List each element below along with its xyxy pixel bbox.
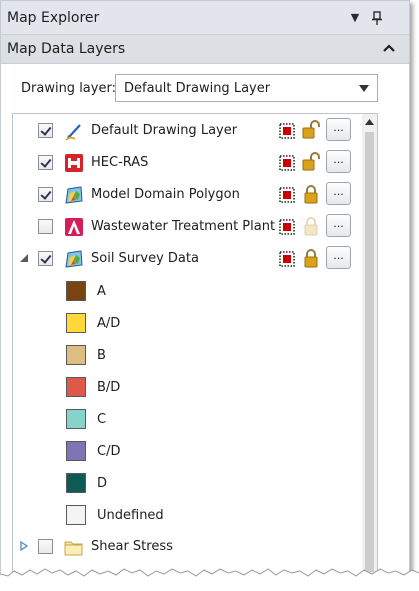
torn-edge-decoration bbox=[0, 568, 419, 591]
layer-row-default-drawing-layer[interactable]: Default Drawing Layer ... bbox=[13, 115, 363, 147]
legend-item-a: A bbox=[13, 275, 363, 307]
dropdown-arrow-icon[interactable]: ▼ bbox=[347, 10, 363, 26]
layer-style-icon[interactable] bbox=[279, 187, 295, 203]
legend-label: C bbox=[97, 412, 107, 427]
layer-visibility-checkbox[interactable] bbox=[38, 539, 53, 554]
drawing-layer-row: Drawing layer: Default Drawing Layer bbox=[1, 71, 409, 105]
drawing-layer-value: Default Drawing Layer bbox=[124, 81, 271, 96]
section-title: Map Data Layers bbox=[7, 41, 126, 57]
unlocked-icon[interactable] bbox=[302, 120, 320, 140]
pin-icon[interactable] bbox=[369, 10, 385, 26]
pencil-icon bbox=[65, 124, 81, 141]
legend-item-d: D bbox=[13, 467, 363, 499]
layer-options-button[interactable]: ... bbox=[326, 214, 351, 237]
legend-swatch bbox=[66, 409, 86, 429]
legend-label: D bbox=[97, 476, 108, 491]
layer-options-button[interactable]: ... bbox=[326, 118, 351, 141]
legend-item-undefined: Undefined bbox=[13, 499, 363, 531]
legend-item-b-d: B/D bbox=[13, 371, 363, 403]
folder-icon bbox=[64, 541, 83, 556]
lock-icon[interactable] bbox=[302, 248, 320, 268]
polygon-map-icon bbox=[65, 250, 83, 268]
layer-options-button[interactable]: ... bbox=[326, 150, 351, 173]
legend-item-a-d: A/D bbox=[13, 307, 363, 339]
title-bar: Map Explorer ▼ bbox=[1, 1, 409, 35]
layer-options-button[interactable]: ... bbox=[326, 246, 351, 269]
collapsed-triangle-icon[interactable] bbox=[19, 541, 29, 551]
layer-style-icon[interactable] bbox=[279, 251, 295, 267]
legend-label: A bbox=[97, 284, 106, 299]
legend-item-c: C bbox=[13, 403, 363, 435]
layer-options-button[interactable]: ... bbox=[326, 182, 351, 205]
chevron-down-icon bbox=[359, 85, 369, 92]
legend-item-b: B bbox=[13, 339, 363, 371]
layer-label: Model Domain Polygon bbox=[91, 187, 240, 202]
legend-swatch bbox=[66, 281, 86, 301]
layer-row-shear-stress[interactable]: Shear Stress bbox=[13, 531, 363, 563]
layer-visibility-checkbox[interactable] bbox=[38, 187, 53, 202]
polygon-map-icon bbox=[65, 186, 83, 204]
layer-row-soil-survey-data[interactable]: Soil Survey Data ... bbox=[13, 243, 363, 275]
chevron-up-icon[interactable] bbox=[381, 40, 397, 56]
point-layer-icon bbox=[65, 218, 83, 236]
hec-ras-icon bbox=[65, 154, 83, 172]
map-explorer-panel: Map Explorer ▼ Map Data Layers Drawing l… bbox=[0, 0, 410, 591]
unlocked-icon[interactable] bbox=[302, 152, 320, 172]
scroll-up-arrow-icon[interactable] bbox=[365, 119, 374, 125]
layer-label: Soil Survey Data bbox=[91, 251, 199, 266]
layer-tree[interactable]: Default Drawing Layer ... HEC-RAS ... Mo… bbox=[12, 113, 378, 591]
legend-label: B bbox=[97, 348, 106, 363]
layer-label: HEC-RAS bbox=[91, 155, 149, 170]
layer-row-hec-ras[interactable]: HEC-RAS ... bbox=[13, 147, 363, 179]
map-data-layers-header[interactable]: Map Data Layers bbox=[1, 35, 409, 64]
legend-label: Undefined bbox=[97, 508, 164, 523]
vertical-scrollbar[interactable] bbox=[362, 114, 377, 590]
legend-swatch bbox=[66, 441, 86, 461]
layer-label: Shear Stress bbox=[91, 539, 173, 554]
legend-swatch bbox=[66, 345, 86, 365]
layer-label: Default Drawing Layer bbox=[91, 123, 238, 138]
drawing-layer-select[interactable]: Default Drawing Layer bbox=[115, 74, 378, 102]
legend-label: C/D bbox=[97, 444, 121, 459]
legend-label: B/D bbox=[97, 380, 121, 395]
layer-visibility-checkbox[interactable] bbox=[38, 123, 53, 138]
layer-style-icon[interactable] bbox=[279, 219, 295, 235]
legend-label: A/D bbox=[97, 316, 121, 331]
legend-swatch bbox=[66, 377, 86, 397]
layer-row-wastewater-treatment-plant[interactable]: Wastewater Treatment Plant ... bbox=[13, 211, 363, 243]
lock-icon[interactable] bbox=[302, 184, 320, 204]
layer-visibility-checkbox[interactable] bbox=[38, 251, 53, 266]
layer-style-icon[interactable] bbox=[279, 155, 295, 171]
layer-row-model-domain-polygon[interactable]: Model Domain Polygon ... bbox=[13, 179, 363, 211]
legend-swatch bbox=[66, 313, 86, 333]
expanded-triangle-icon[interactable] bbox=[19, 253, 29, 263]
legend-swatch bbox=[66, 473, 86, 493]
layer-label: Wastewater Treatment Plant bbox=[91, 219, 276, 234]
lock-disabled-icon[interactable] bbox=[302, 216, 320, 236]
legend-swatch bbox=[66, 505, 86, 525]
layer-visibility-checkbox[interactable] bbox=[38, 219, 53, 234]
panel-title: Map Explorer bbox=[7, 10, 100, 26]
legend-item-c-d: C/D bbox=[13, 435, 363, 467]
layer-visibility-checkbox[interactable] bbox=[38, 155, 53, 170]
layer-style-icon[interactable] bbox=[279, 123, 295, 139]
scrollbar-thumb[interactable] bbox=[365, 132, 374, 572]
drawing-layer-label: Drawing layer: bbox=[21, 81, 116, 96]
